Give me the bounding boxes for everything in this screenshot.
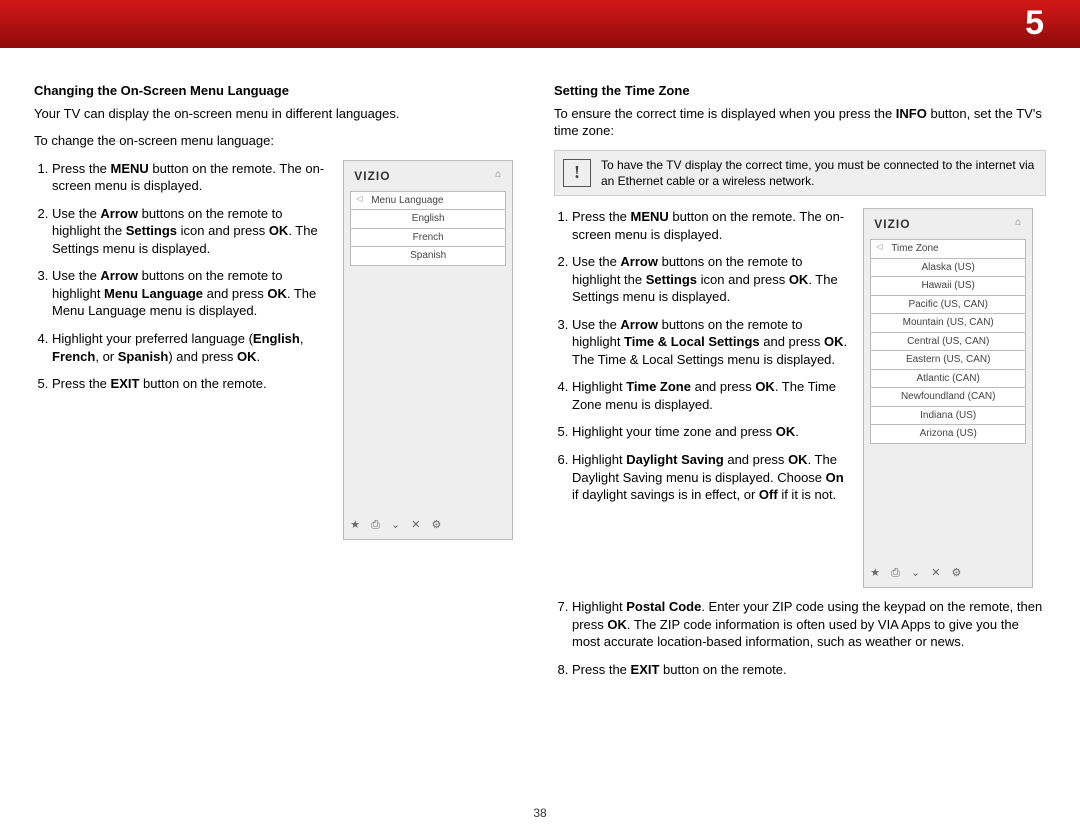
tv-list: Menu Language English French Spanish [350, 191, 506, 266]
list-item: Press the EXIT button on the remote. [52, 375, 329, 393]
list-item: Use the Arrow buttons on the remote to h… [52, 267, 329, 320]
chapter-bar: 5 [0, 0, 1080, 48]
tv-list-item: Spanish [350, 247, 506, 266]
right-heading: Setting the Time Zone [554, 82, 1046, 100]
right-steps-wrap: Press the MENU button on the remote. The… [554, 208, 1046, 588]
home-icon: ⌂ [1015, 216, 1022, 232]
page-number: 38 [0, 806, 1080, 820]
left-steps: Press the MENU button on the remote. The… [34, 160, 329, 540]
tv-list-item: Newfoundland (CAN) [870, 388, 1026, 407]
tv-list-item: Eastern (US, CAN) [870, 351, 1026, 370]
tv-logo-row: VIZIO ⌂ [864, 209, 1032, 239]
vizio-logo: VIZIO [354, 168, 390, 184]
list-item: Highlight your preferred language (Engli… [52, 330, 329, 365]
tv-bottom-icons: ★ ⎙ ⌄ ✕ ⚙ [350, 518, 506, 533]
warning-icon: ! [563, 159, 591, 187]
left-steps-wrap: Press the MENU button on the remote. The… [34, 160, 526, 540]
left-heading: Changing the On-Screen Menu Language [34, 82, 526, 100]
list-item: Highlight Time Zone and press OK. The Ti… [572, 378, 849, 413]
list-item: Highlight your time zone and press OK. [572, 423, 849, 441]
list-item: Press the EXIT button on the remote. [572, 661, 1046, 679]
tv-list-item: Indiana (US) [870, 407, 1026, 426]
tv-list-item: Central (US, CAN) [870, 333, 1026, 352]
info-note: ! To have the TV display the correct tim… [554, 150, 1046, 196]
list-item: Use the Arrow buttons on the remote to h… [52, 205, 329, 258]
tv-logo-row: VIZIO ⌂ [344, 161, 512, 191]
tv-list-item: Atlantic (CAN) [870, 370, 1026, 389]
right-steps: Press the MENU button on the remote. The… [554, 208, 849, 588]
right-steps-cont: Highlight Postal Code. Enter your ZIP co… [554, 598, 1046, 678]
right-column: Setting the Time Zone To ensure the corr… [554, 82, 1046, 688]
home-icon: ⌂ [495, 168, 502, 184]
vizio-logo: VIZIO [874, 216, 910, 232]
tv-list-header: Menu Language [350, 191, 506, 211]
left-column: Changing the On-Screen Menu Language You… [34, 82, 526, 688]
tv-list-item: Mountain (US, CAN) [870, 314, 1026, 333]
tv-list-item: Alaska (US) [870, 259, 1026, 278]
page-content: Changing the On-Screen Menu Language You… [0, 48, 1080, 688]
list-item: Highlight Daylight Saving and press OK. … [572, 451, 849, 504]
list-item: Use the Arrow buttons on the remote to h… [572, 253, 849, 306]
tv-list-item: French [350, 229, 506, 248]
tv-menu-timezone: VIZIO ⌂ Time Zone Alaska (US) Hawaii (US… [863, 208, 1033, 588]
tv-list-header: Time Zone [870, 239, 1026, 259]
left-intro2: To change the on-screen menu language: [34, 132, 526, 150]
list-item: Press the MENU button on the remote. The… [52, 160, 329, 195]
tv-bottom-icons: ★ ⎙ ⌄ ✕ ⚙ [870, 566, 1026, 581]
right-intro: To ensure the correct time is displayed … [554, 105, 1046, 140]
left-intro1: Your TV can display the on-screen menu i… [34, 105, 526, 123]
tv-menu-language: VIZIO ⌂ Menu Language English French Spa… [343, 160, 513, 540]
chapter-number: 5 [1025, 4, 1044, 42]
tv-list: Time Zone Alaska (US) Hawaii (US) Pacifi… [870, 239, 1026, 444]
list-item: Highlight Postal Code. Enter your ZIP co… [572, 598, 1046, 651]
list-item: Press the MENU button on the remote. The… [572, 208, 849, 243]
tv-list-item: Arizona (US) [870, 425, 1026, 444]
tv-list-item: English [350, 210, 506, 229]
note-text: To have the TV display the correct time,… [601, 157, 1037, 189]
list-item: Use the Arrow buttons on the remote to h… [572, 316, 849, 369]
tv-list-item: Pacific (US, CAN) [870, 296, 1026, 315]
tv-list-item: Hawaii (US) [870, 277, 1026, 296]
